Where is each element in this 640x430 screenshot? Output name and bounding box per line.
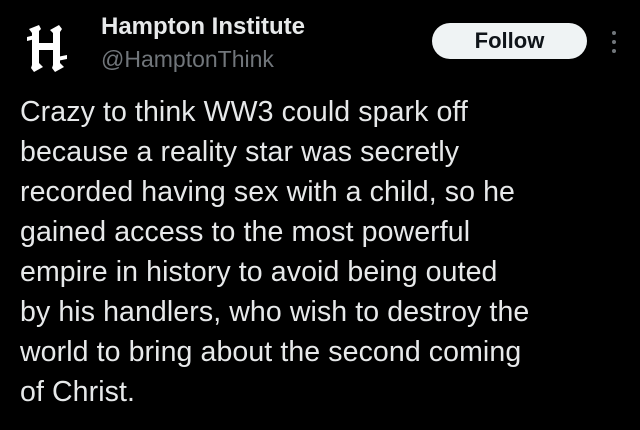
more-dot (612, 49, 616, 53)
more-dot (612, 31, 616, 35)
user-handle[interactable]: @HamptonThink (101, 44, 305, 74)
tweet-text: Crazy to think WW3 could spark off becau… (20, 96, 530, 408)
display-name[interactable]: Hampton Institute (101, 12, 305, 42)
hampton-h-logo-icon[interactable] (22, 22, 72, 74)
more-vertical-icon[interactable] (605, 28, 623, 56)
tweet-card: Hampton Institute @HamptonThink Follow C… (0, 0, 640, 430)
account-info[interactable]: Hampton Institute @HamptonThink (101, 12, 305, 74)
more-dot (612, 40, 616, 44)
follow-button[interactable]: Follow (432, 23, 587, 59)
